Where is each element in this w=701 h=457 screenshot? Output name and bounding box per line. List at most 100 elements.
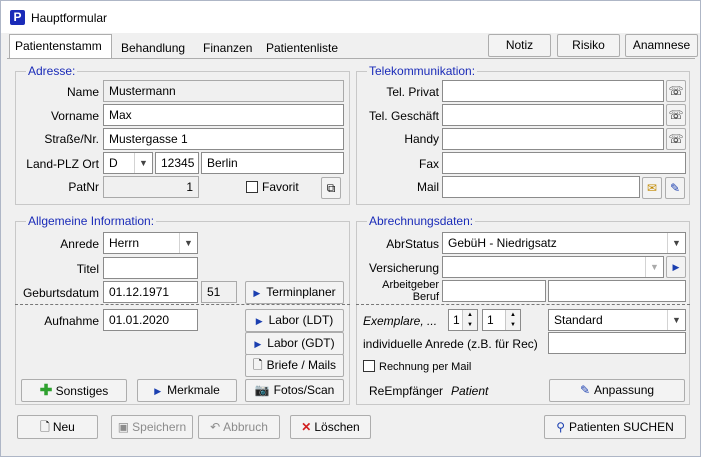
versicherung-select[interactable]: ▼ xyxy=(442,256,664,278)
app-icon: P xyxy=(10,10,25,25)
briefe-mails-button[interactable]: 🗋 Briefe / Mails xyxy=(245,354,344,377)
abrstatus-value: GebüH - Niedrigsatz xyxy=(448,236,557,250)
tel-privat-label: Tel. Privat xyxy=(386,85,439,99)
name-label: Name xyxy=(66,85,99,99)
tab-patientenstamm[interactable]: Patientenstamm xyxy=(9,34,112,59)
patnr-field: 1 xyxy=(103,176,199,198)
tab-behandlung[interactable]: Behandlung xyxy=(115,36,197,58)
mail-edit-button[interactable]: ✎ xyxy=(665,177,685,199)
speichern-button[interactable]: ▣ Speichern xyxy=(111,415,193,439)
arbeitgeber-field[interactable] xyxy=(442,280,546,302)
spin-arrows-icon[interactable]: ▲ ▼ xyxy=(505,310,520,330)
checkbox-icon[interactable] xyxy=(363,360,375,372)
abrstatus-select[interactable]: GebüH - Niedrigsatz ▼ xyxy=(442,232,686,254)
exemplare-value-2: 1 xyxy=(487,313,494,327)
anrede-select[interactable]: Herrn ▼ xyxy=(103,232,198,254)
dial-geschaeft-button[interactable]: ☏ xyxy=(666,104,686,126)
checkbox-icon[interactable] xyxy=(246,181,258,193)
reempfaenger-value: Patient xyxy=(451,384,489,398)
beruf-label: Beruf xyxy=(412,291,439,303)
anrede-label: Anrede xyxy=(60,237,99,251)
rechnung-per-mail-checkbox[interactable]: Rechnung per Mail xyxy=(363,360,471,373)
play-icon: ▶ xyxy=(255,316,263,326)
exemplare-value-1: 1 xyxy=(453,313,460,327)
neu-button[interactable]: 🗋 Neu xyxy=(17,415,98,439)
vorname-field[interactable]: Max xyxy=(103,104,344,126)
undo-icon: ↶ xyxy=(210,420,221,434)
mail-send-button[interactable]: ✉ xyxy=(642,177,662,199)
chevron-down-icon[interactable]: ▼ xyxy=(645,257,663,277)
delete-icon: ✕ xyxy=(301,420,312,434)
sonstiges-button[interactable]: ✚ Sonstiges xyxy=(21,379,127,402)
patienten-suchen-label: Patienten SUCHEN xyxy=(569,420,674,434)
labor-gdt-button[interactable]: ▶ Labor (GDT) xyxy=(245,332,344,355)
merkmale-button[interactable]: ▶ Merkmale xyxy=(137,379,237,402)
mail-field[interactable] xyxy=(442,176,640,198)
plz-field[interactable]: 12345 xyxy=(155,152,199,174)
arbeitgeber-label: Arbeitgeber xyxy=(382,279,439,291)
titel-field[interactable] xyxy=(103,257,198,279)
neu-label: Neu xyxy=(52,420,75,434)
edit-icon: ✎ xyxy=(669,181,681,195)
play-icon: ▶ xyxy=(254,339,262,349)
dial-handy-button[interactable]: ☏ xyxy=(666,128,686,150)
anpassung-button[interactable]: ✎ Anpassung xyxy=(549,379,685,402)
strasse-field[interactable]: Mustergasse 1 xyxy=(103,128,344,150)
arbeitgeber-beruf-labels: Arbeitgeber Beruf xyxy=(361,279,439,303)
sonstiges-label: Sonstiges xyxy=(55,384,109,398)
loeschen-label: Löschen xyxy=(314,420,360,434)
favorit-checkbox[interactable]: Favorit xyxy=(246,180,299,194)
tab-patientenliste[interactable]: Patientenliste xyxy=(260,36,352,58)
handy-field[interactable] xyxy=(442,128,664,150)
copy-address-button[interactable]: ⧉ xyxy=(321,177,341,199)
exemplare-spinner-1[interactable]: 1 ▲ ▼ xyxy=(448,309,478,331)
save-icon: ▣ xyxy=(117,420,130,434)
phone-icon: ☏ xyxy=(668,132,684,146)
tab-finanzen[interactable]: Finanzen xyxy=(197,36,259,58)
ort-field[interactable]: Berlin xyxy=(201,152,344,174)
chevron-down-icon[interactable]: ▼ xyxy=(667,233,685,253)
patienten-suchen-button[interactable]: ⚲ Patienten SUCHEN xyxy=(544,415,686,439)
aufnahme-field[interactable]: 01.01.2020 xyxy=(103,309,198,331)
labor-gdt-label: Labor (GDT) xyxy=(267,336,335,350)
spin-arrows-icon[interactable]: ▲ ▼ xyxy=(462,310,477,330)
tel-geschaeft-label: Tel. Geschäft xyxy=(368,109,439,123)
mail-icon: ✉ xyxy=(646,181,658,195)
fax-field[interactable] xyxy=(442,152,686,174)
adresse-legend: Adresse: xyxy=(26,64,78,78)
loeschen-button[interactable]: ✕ Löschen xyxy=(290,415,371,439)
telekommunikation-legend: Telekommunikation: xyxy=(367,64,478,78)
format-select[interactable]: Standard ▼ xyxy=(548,309,686,331)
name-field[interactable]: Mustermann xyxy=(103,80,344,102)
anpassung-label: Anpassung xyxy=(594,383,655,397)
notiz-button[interactable]: Notiz xyxy=(488,34,551,57)
versicherung-detail-button[interactable]: ▶ xyxy=(666,256,686,278)
geburtsdatum-field[interactable]: 01.12.1971 xyxy=(103,281,198,303)
format-value: Standard xyxy=(554,313,603,327)
fotos-scan-label: Fotos/Scan xyxy=(273,383,335,397)
briefe-mails-label: Briefe / Mails xyxy=(266,358,336,372)
tel-privat-field[interactable] xyxy=(442,80,664,102)
exemplare-spinner-2[interactable]: 1 ▲ ▼ xyxy=(482,309,521,331)
geburtsdatum-label: Geburtsdatum xyxy=(22,286,99,300)
allgemein-legend: Allgemeine Information: xyxy=(26,214,157,228)
fotos-scan-button[interactable]: 📷 Fotos/Scan xyxy=(245,379,344,402)
chevron-down-icon[interactable]: ▼ xyxy=(134,153,152,173)
chevron-down-icon[interactable]: ▼ xyxy=(667,310,685,330)
land-select[interactable]: D ▼ xyxy=(103,152,153,174)
chevron-down-icon[interactable]: ▼ xyxy=(179,233,197,253)
terminplaner-button[interactable]: ▶ Terminplaner xyxy=(245,281,344,304)
tel-geschaeft-field[interactable] xyxy=(442,104,664,126)
mail-label: Mail xyxy=(416,180,439,194)
anamnese-button[interactable]: Anamnese xyxy=(625,34,698,57)
section-divider xyxy=(356,304,690,305)
dial-privat-button[interactable]: ☏ xyxy=(666,80,686,102)
abbruch-button[interactable]: ↶ Abbruch xyxy=(198,415,280,439)
patnr-label: PatNr xyxy=(68,180,99,194)
section-divider xyxy=(15,304,350,305)
risiko-button[interactable]: Risiko xyxy=(557,34,620,57)
ind-anrede-field[interactable] xyxy=(548,332,686,354)
favorit-label: Favorit xyxy=(262,180,299,194)
labor-ldt-button[interactable]: ▶ Labor (LDT) xyxy=(245,309,344,332)
beruf-field[interactable] xyxy=(548,280,686,302)
